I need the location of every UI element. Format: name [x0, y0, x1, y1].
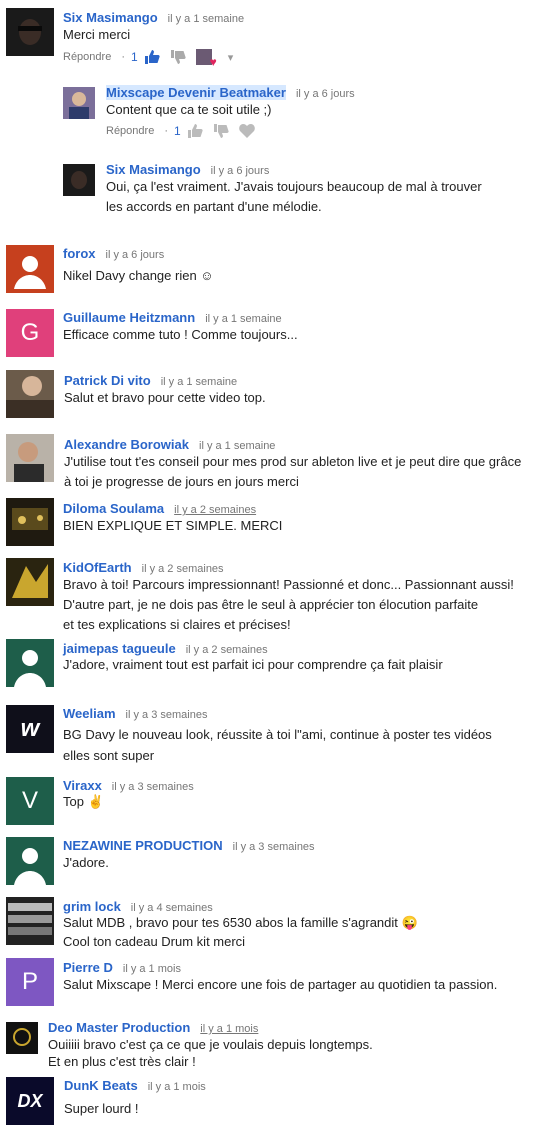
- comment-text: Merci merci: [63, 27, 131, 42]
- thumb-down-icon[interactable]: [170, 50, 186, 64]
- thumb-up-icon[interactable]: [187, 124, 203, 138]
- avatar[interactable]: [6, 897, 54, 945]
- comment-text: J'utilise tout t'es conseil pour mes pro…: [64, 454, 522, 489]
- avatar[interactable]: V: [6, 777, 54, 825]
- comment-author[interactable]: Six Masimango il y a 1 semaine: [63, 10, 244, 25]
- comment-text: Super lourd !: [64, 1101, 139, 1116]
- comment-author[interactable]: KidOfEarth il y a 2 semaines: [63, 560, 224, 575]
- comment-time[interactable]: il y a 6 jours: [296, 88, 355, 100]
- comment-time[interactable]: il y a 1 mois: [123, 963, 181, 975]
- avatar[interactable]: [6, 837, 54, 885]
- comment-text: Bravo à toi! Parcours impressionnant! Pa…: [63, 577, 514, 632]
- avatar[interactable]: [6, 498, 54, 546]
- comment-text: J'adore, vraiment tout est parfait ici p…: [63, 657, 443, 672]
- avatar[interactable]: [6, 1022, 38, 1054]
- comment-author[interactable]: NEZAWINE PRODUCTION il y a 3 semaines: [63, 838, 315, 853]
- thumb-up-icon[interactable]: [144, 50, 160, 64]
- reply-comment: Mixscape Devenir Beatmaker il y a 6 jours…: [0, 80, 536, 150]
- avatar[interactable]: P: [6, 958, 54, 1006]
- comment-author[interactable]: grim lock il y a 4 semaines: [63, 899, 213, 914]
- comment-author[interactable]: jaimepas tagueule il y a 2 semaines: [63, 641, 268, 656]
- avatar[interactable]: G: [6, 309, 54, 357]
- comment-author[interactable]: DunK Beats il y a 1 mois: [64, 1078, 206, 1093]
- comment-time[interactable]: il y a 1 semaine: [205, 313, 281, 325]
- like-count: 1: [131, 50, 138, 64]
- comment-text: Nikel Davy change rien ☺: [63, 268, 214, 283]
- comment-author[interactable]: Diloma Soulama il y a 2 semaines: [63, 501, 256, 516]
- comment-author[interactable]: Pierre Dil y a 1 mois: [63, 960, 181, 975]
- comment-author[interactable]: Viraxx il y a 3 semaines: [63, 778, 194, 793]
- comment-time[interactable]: il y a 1 semaine: [199, 440, 275, 452]
- avatar[interactable]: [63, 87, 95, 119]
- comment-time[interactable]: il y a 6 jours: [211, 165, 270, 177]
- comment-actions: Répondre · 1 ♥ ▾: [63, 49, 234, 69]
- comment-text: Content que ca te soit utile ;): [106, 102, 272, 117]
- comment-time[interactable]: il y a 1 semaine: [161, 376, 237, 388]
- comment: Six Masimango il y a 1 semaine Merci merc…: [0, 0, 536, 70]
- comment-time[interactable]: il y a 6 jours: [106, 249, 165, 261]
- like-count: 1: [174, 124, 181, 138]
- avatar[interactable]: [63, 164, 95, 196]
- comment-time[interactable]: il y a 3 semaines: [233, 841, 315, 853]
- comment-text: Efficace comme tuto ! Comme toujours...: [63, 327, 298, 342]
- comment-text: BIEN EXPLIQUE ET SIMPLE. MERCI: [63, 518, 283, 533]
- comment-author[interactable]: Weeliam il y a 3 semaines: [63, 706, 207, 721]
- comment-author[interactable]: Alexandre Borowiak il y a 1 semaine: [64, 437, 275, 452]
- avatar[interactable]: [6, 8, 54, 56]
- reply-button[interactable]: Répondre: [63, 51, 111, 63]
- comment-text: Salut et bravo pour cette video top.: [64, 390, 266, 405]
- comment-author[interactable]: Patrick Di vito il y a 1 semaine: [64, 373, 237, 388]
- avatar[interactable]: w: [6, 705, 54, 753]
- comment-author[interactable]: Guillaume Heitzmann il y a 1 semaine: [63, 310, 282, 325]
- comment-text: Salut MDB , bravo pour tes 6530 abos la …: [63, 915, 418, 949]
- comment-time[interactable]: il y a 3 semaines: [112, 781, 194, 793]
- heart-icon[interactable]: [238, 124, 255, 138]
- comment-text: J'adore.: [63, 855, 109, 870]
- avatar[interactable]: [6, 558, 54, 606]
- comment-author[interactable]: forox il y a 6 jours: [63, 246, 164, 261]
- comment-author[interactable]: Six Masimango il y a 6 jours: [106, 162, 269, 177]
- comment-text: Top ✌: [63, 794, 104, 809]
- comment-time[interactable]: il y a 1 mois: [200, 1023, 258, 1035]
- comment-time[interactable]: il y a 1 mois: [148, 1081, 206, 1093]
- comment-time[interactable]: il y a 1 semaine: [168, 13, 244, 25]
- avatar[interactable]: [6, 434, 54, 482]
- comment-time[interactable]: il y a 2 semaines: [142, 563, 224, 575]
- avatar[interactable]: [6, 370, 54, 418]
- comment-text: Ouiiiii bravo c'est ça ce que je voulais…: [48, 1037, 373, 1069]
- thumb-down-icon[interactable]: [213, 124, 229, 138]
- comment-author[interactable]: Mixscape Devenir Beatmaker il y a 6 jours: [106, 85, 355, 100]
- comment-text: BG Davy le nouveau look, réussite à toi …: [63, 727, 492, 763]
- avatar[interactable]: DX: [6, 1077, 54, 1125]
- comment-text: Oui, ça l'est vraiment. J'avais toujours…: [106, 179, 482, 214]
- comment-text: Salut Mixscape ! Merci encore une fois d…: [63, 977, 498, 992]
- creator-heart-icon: ♥: [195, 49, 217, 69]
- reply-comment: Six Masimango il y a 6 jours Oui, ça l'es…: [0, 158, 536, 228]
- comment-time[interactable]: il y a 3 semaines: [126, 709, 208, 721]
- avatar[interactable]: [6, 639, 54, 687]
- comment-time[interactable]: il y a 2 semaines: [174, 504, 256, 516]
- chevron-down-icon[interactable]: ▾: [228, 51, 234, 64]
- comment-actions: Répondre · 1: [106, 124, 265, 138]
- reply-button[interactable]: Répondre: [106, 125, 154, 137]
- avatar[interactable]: [6, 245, 54, 293]
- comment-author[interactable]: Deo Master Production il y a 1 mois: [48, 1020, 258, 1035]
